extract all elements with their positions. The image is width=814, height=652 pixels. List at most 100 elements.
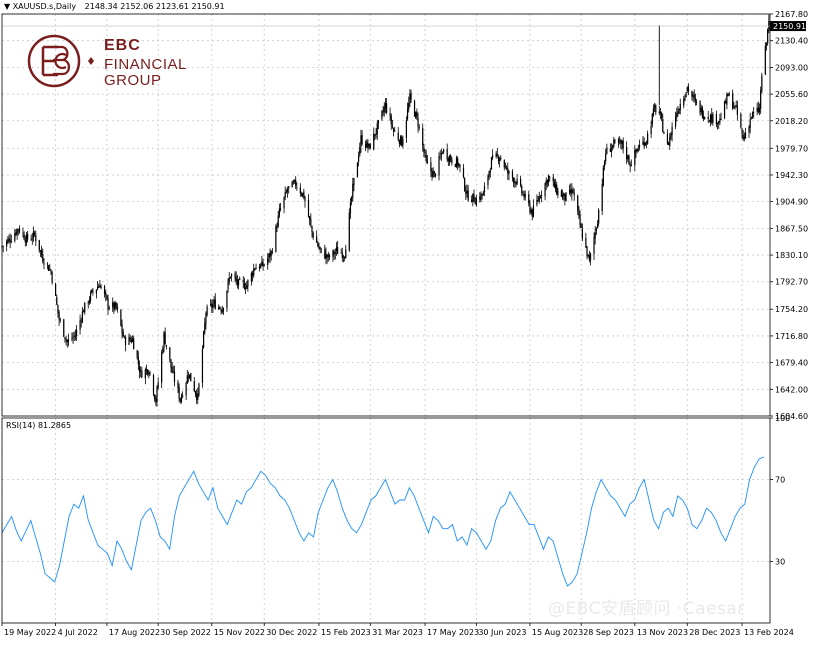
ebc-logo: EBC FINANCIAL GROUP xyxy=(26,33,196,93)
candle-body xyxy=(82,311,85,313)
rsi-tick-label: 100 xyxy=(775,414,790,423)
candle-body xyxy=(451,159,453,164)
candle-body xyxy=(31,238,33,240)
candle-body xyxy=(303,191,305,199)
candle-body xyxy=(325,253,327,259)
candle-body xyxy=(482,192,484,196)
candle-body xyxy=(406,108,409,120)
candle-body xyxy=(430,162,432,172)
candle-body xyxy=(65,339,67,340)
candle-body xyxy=(619,140,621,142)
candle-body xyxy=(122,331,124,337)
candle-body xyxy=(402,139,404,146)
candle-body xyxy=(261,261,263,266)
candle-body xyxy=(214,299,216,309)
candle-body xyxy=(358,156,360,162)
price-tick-label: 1792.70 xyxy=(775,278,808,287)
candle-body xyxy=(675,116,677,127)
time-tick-label: 4 Jul 2022 xyxy=(58,628,98,637)
candle-body xyxy=(41,249,43,256)
candle-body xyxy=(112,302,114,308)
candle-body xyxy=(342,256,345,258)
candle-body xyxy=(603,162,606,167)
candle-body xyxy=(598,209,600,224)
candle-body xyxy=(507,167,509,174)
candle-body xyxy=(255,267,257,270)
candle-body xyxy=(218,306,220,310)
time-tick-label: 15 Feb 2023 xyxy=(321,628,371,637)
candle-body xyxy=(334,252,336,254)
rsi-tick-label: 30 xyxy=(775,558,785,567)
candle-body xyxy=(123,336,125,338)
candle-body xyxy=(622,140,624,149)
price-tick-label: 1979.70 xyxy=(775,144,808,153)
candle-body xyxy=(719,118,721,123)
candle-body xyxy=(720,118,722,120)
candle-body xyxy=(540,195,543,196)
candle-body xyxy=(398,140,401,144)
rsi-panel-frame xyxy=(1,417,771,624)
candle-body xyxy=(564,193,566,201)
candle-body xyxy=(51,272,53,283)
candle-body xyxy=(165,344,167,347)
candle-body xyxy=(474,202,476,205)
candle-body xyxy=(148,373,150,375)
candle-body xyxy=(645,142,648,143)
candle-body xyxy=(129,337,131,341)
candle-body xyxy=(10,240,12,243)
candle-body xyxy=(426,160,428,163)
candle-body xyxy=(483,186,486,192)
candle-body xyxy=(589,253,592,261)
candle-body xyxy=(750,117,752,119)
candle-body xyxy=(416,111,418,117)
candle-body xyxy=(340,252,342,254)
candle-body xyxy=(740,114,742,128)
candle-body xyxy=(715,114,717,125)
candle-body xyxy=(644,142,646,146)
candle-body xyxy=(332,250,334,258)
candle-body xyxy=(503,160,505,168)
candle-body xyxy=(310,219,312,226)
candle-body xyxy=(74,335,77,337)
candle-body xyxy=(687,86,690,92)
candle-body xyxy=(601,184,603,212)
candle-body xyxy=(602,167,604,186)
candle-body xyxy=(16,229,18,235)
price-tick-label: 1830.10 xyxy=(775,251,808,260)
candle-body xyxy=(381,110,383,120)
candle-body xyxy=(413,100,416,117)
candle-body xyxy=(554,183,557,189)
time-tick-label: 28 Sep 2023 xyxy=(583,628,634,637)
candle-body xyxy=(596,224,599,229)
rsi-header: RSI(14) 81.2865 xyxy=(6,421,72,430)
candle-body xyxy=(80,320,82,322)
time-tick-label: 31 Mar 2023 xyxy=(372,628,423,637)
candle-body xyxy=(553,181,556,188)
candle-body xyxy=(568,189,571,193)
candle-body xyxy=(113,302,115,310)
candle-body xyxy=(260,264,262,268)
current-price-label: 2150.91 xyxy=(773,22,806,31)
candle-body xyxy=(744,132,747,138)
candle-body xyxy=(173,371,176,382)
candle-body xyxy=(389,113,391,116)
candle-body xyxy=(691,91,693,97)
candle-body xyxy=(443,149,445,153)
candle-body xyxy=(351,197,353,202)
chart-menu-arrow-icon[interactable]: ▼ xyxy=(4,2,10,11)
candle-body xyxy=(278,208,280,216)
candle-body xyxy=(471,199,473,202)
candle-body xyxy=(189,374,191,378)
candle-body xyxy=(344,257,346,258)
candle-body xyxy=(417,117,419,127)
candle-body xyxy=(203,332,205,348)
candle-body xyxy=(716,122,719,124)
candle-body xyxy=(206,306,208,315)
price-tick-label: 2055.60 xyxy=(775,90,808,99)
candle-body xyxy=(9,239,11,242)
candle-body xyxy=(156,387,158,403)
candle-body xyxy=(523,193,525,199)
candle-body xyxy=(670,133,672,138)
candle-body xyxy=(617,139,620,143)
candle-body xyxy=(163,332,165,348)
